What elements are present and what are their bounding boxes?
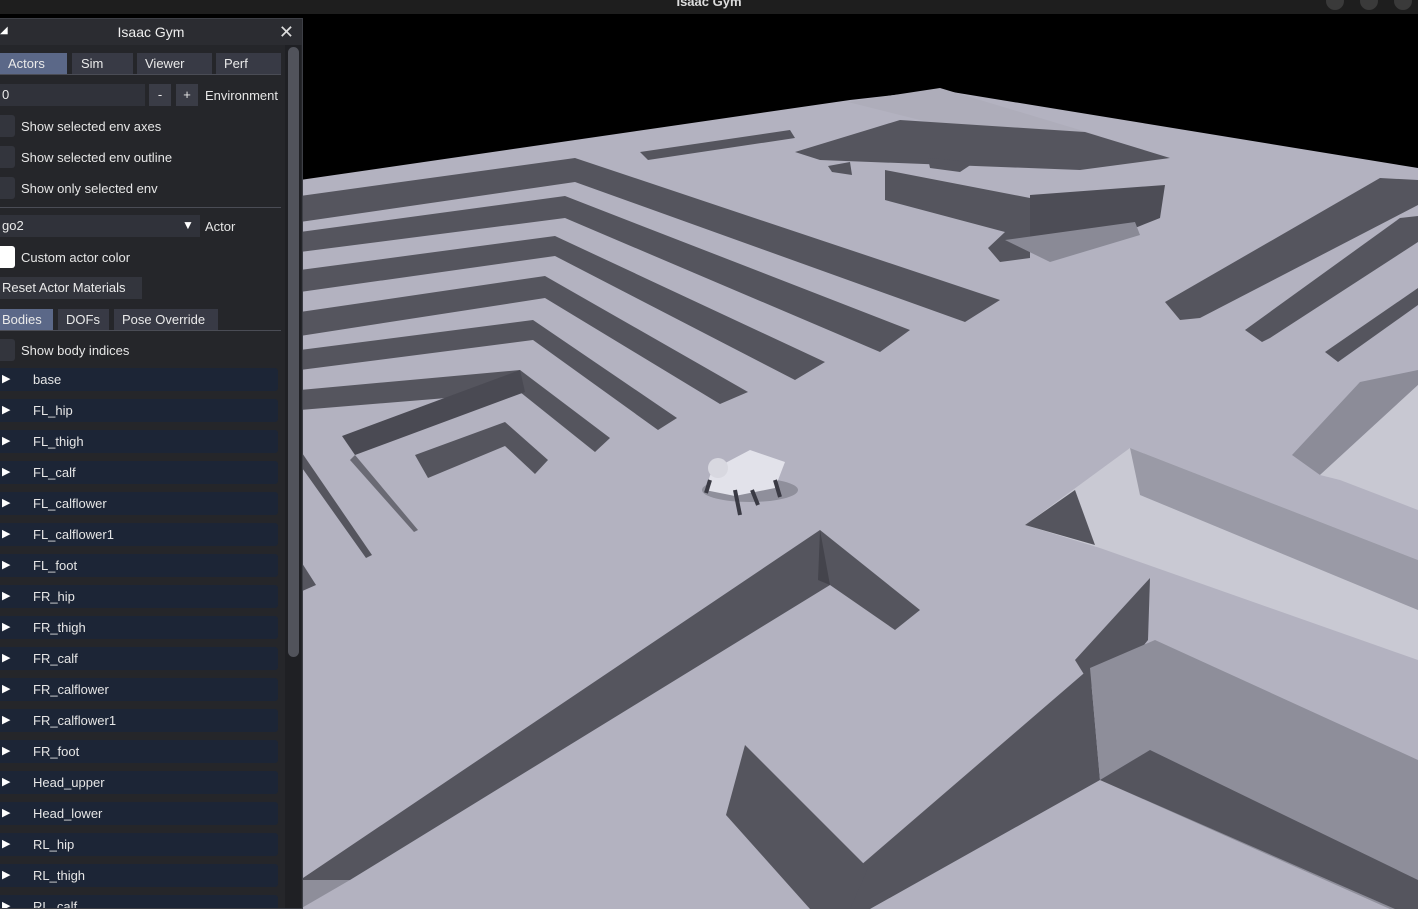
show-env-axes-checkbox[interactable] [0, 115, 15, 137]
list-item[interactable]: ▶ Head_lower [0, 802, 278, 825]
body-name: RL_thigh [33, 868, 86, 883]
panel-title: Isaac Gym [0, 19, 302, 45]
show-body-indices-checkbox[interactable] [0, 339, 15, 361]
show-only-env-label: Show only selected env [21, 181, 158, 196]
tab-actors[interactable]: Actors [0, 53, 67, 74]
expand-arrow-icon[interactable]: ▶ [2, 368, 10, 391]
window-title: Isaac Gym [676, 0, 742, 9]
env-decrement-button[interactable]: - [149, 84, 171, 106]
list-item[interactable]: ▶ FL_foot [0, 554, 278, 577]
body-name: FL_calflower [33, 496, 107, 511]
expand-arrow-icon[interactable]: ▶ [2, 492, 10, 515]
reset-actor-materials-button[interactable]: Reset Actor Materials [0, 277, 142, 299]
body-name: RL_calf [33, 899, 78, 909]
expand-arrow-icon[interactable]: ▶ [2, 678, 10, 701]
tab-dofs[interactable]: DOFs [58, 309, 109, 330]
tab-bodies[interactable]: Bodies [0, 309, 53, 330]
expand-arrow-icon[interactable]: ▶ [2, 740, 10, 763]
expand-arrow-icon[interactable]: ▶ [2, 585, 10, 608]
body-name: Head_upper [33, 775, 105, 790]
tab-viewer[interactable]: Viewer [137, 53, 212, 74]
body-name: RL_hip [33, 837, 75, 852]
close-icon[interactable]: ✕ [279, 21, 294, 43]
list-item[interactable]: ▶ FR_foot [0, 740, 278, 763]
expand-arrow-icon[interactable]: ▶ [2, 709, 10, 732]
custom-actor-color-label: Custom actor color [21, 250, 131, 265]
tab-separator [0, 74, 281, 75]
expand-arrow-icon[interactable]: ▶ [2, 833, 10, 856]
body-name: FL_foot [33, 558, 78, 573]
body-name: FR_calflower [33, 682, 109, 697]
expand-arrow-icon[interactable]: ▶ [2, 399, 10, 422]
body-name: FR_calflower1 [33, 713, 117, 728]
expand-arrow-icon[interactable]: ▶ [2, 895, 10, 908]
expand-arrow-icon[interactable]: ▶ [2, 771, 10, 794]
list-item[interactable]: ▶ FR_calf [0, 647, 278, 670]
body-name: FL_hip [33, 403, 73, 418]
actor-label: Actor [205, 219, 236, 234]
tab-pose-override[interactable]: Pose Override [114, 309, 218, 330]
list-item[interactable]: ▶ RL_calf [0, 895, 278, 909]
show-only-env-checkbox[interactable] [0, 177, 15, 199]
section-separator [0, 207, 281, 208]
list-item[interactable]: ▶ base [0, 368, 278, 391]
env-index-input[interactable]: 0 [0, 84, 145, 106]
expand-arrow-icon[interactable]: ▶ [2, 864, 10, 887]
list-item[interactable]: ▶ FL_calflower [0, 492, 278, 515]
body-name: base [33, 372, 62, 387]
window-titlebar: Isaac Gym [0, 0, 1418, 14]
expand-arrow-icon[interactable]: ▶ [2, 430, 10, 453]
expand-arrow-icon[interactable]: ▶ [2, 554, 10, 577]
env-increment-button[interactable]: + [176, 84, 198, 106]
expand-arrow-icon[interactable]: ▶ [2, 647, 10, 670]
body-name: FL_calflower1 [33, 527, 114, 542]
body-name: FR_thigh [33, 620, 86, 635]
list-item[interactable]: ▶ FL_thigh [0, 430, 278, 453]
list-item[interactable]: ▶ FR_calflower1 [0, 709, 278, 732]
body-name: Head_lower [33, 806, 103, 821]
scrollbar-thumb[interactable] [288, 47, 299, 657]
body-name: FL_thigh [33, 434, 84, 449]
expand-arrow-icon[interactable]: ▶ [2, 461, 10, 484]
chevron-down-icon[interactable]: ▼ [182, 219, 194, 231]
expand-arrow-icon[interactable]: ▶ [2, 523, 10, 546]
expand-arrow-icon[interactable]: ▶ [2, 802, 10, 825]
show-env-outline-checkbox[interactable] [0, 146, 15, 168]
tab-perf[interactable]: Perf [216, 53, 281, 74]
show-env-axes-label: Show selected env axes [21, 119, 162, 134]
show-env-outline-label: Show selected env outline [21, 150, 173, 165]
body-name: FR_calf [33, 651, 78, 666]
list-item[interactable]: ▶ FL_calflower1 [0, 523, 278, 546]
list-item[interactable]: ▶ FL_hip [0, 399, 278, 422]
env-label: Environment [205, 88, 278, 103]
isaac-gym-panel: Isaac Gym ◢ ✕ Actors Sim Viewer Perf 0 -… [0, 18, 303, 909]
list-item[interactable]: ▶ FR_hip [0, 585, 278, 608]
list-item[interactable]: ▶ RL_hip [0, 833, 278, 856]
list-item[interactable]: ▶ FR_thigh [0, 616, 278, 639]
list-item[interactable]: ▶ FL_calf [0, 461, 278, 484]
subtab-separator [0, 330, 281, 331]
tab-sim[interactable]: Sim [72, 53, 133, 74]
expand-arrow-icon[interactable]: ▶ [2, 616, 10, 639]
collapse-icon[interactable]: ◢ [0, 26, 8, 36]
body-name: FL_calf [33, 465, 76, 480]
custom-actor-color-swatch[interactable] [0, 246, 15, 268]
body-name: FR_foot [33, 744, 80, 759]
list-item[interactable]: ▶ Head_upper [0, 771, 278, 794]
list-item[interactable]: ▶ RL_thigh [0, 864, 278, 887]
actor-select[interactable]: go2 [0, 215, 200, 237]
show-body-indices-label: Show body indices [21, 343, 130, 358]
list-item[interactable]: ▶ FR_calflower [0, 678, 278, 701]
body-name: FR_hip [33, 589, 75, 604]
